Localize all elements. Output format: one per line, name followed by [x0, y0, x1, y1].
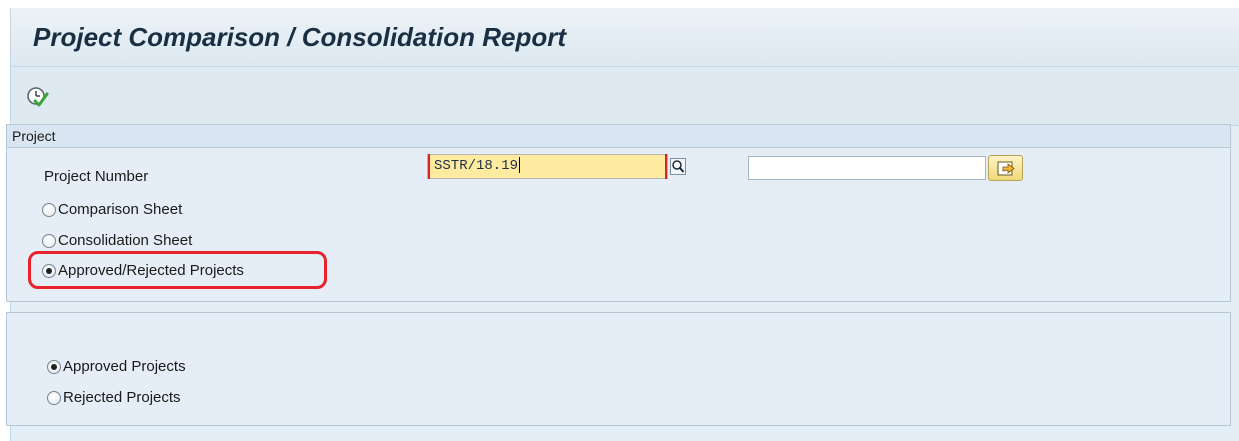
title-bar: Project Comparison / Consolidation Repor…: [11, 8, 1239, 67]
radio-button[interactable]: [42, 203, 56, 217]
multiple-selection-arrow-icon[interactable]: [988, 155, 1023, 181]
group-title: Project: [7, 125, 1230, 148]
radio-button[interactable]: [42, 234, 56, 248]
search-magnifier-icon[interactable]: [670, 158, 686, 175]
radio-button-selected[interactable]: [47, 360, 61, 374]
project-number-to-input[interactable]: [748, 156, 986, 180]
radio-label: Rejected Projects: [63, 389, 181, 406]
radio-label: Comparison Sheet: [58, 201, 183, 218]
status-group: [6, 312, 1231, 426]
project-number-label: Project Number: [44, 168, 149, 185]
radio-button[interactable]: [47, 391, 61, 405]
radio-label: Approved/Rejected Projects: [58, 262, 244, 279]
text-cursor: [519, 157, 521, 174]
page-title: Project Comparison / Consolidation Repor…: [33, 22, 567, 52]
radio-button-selected[interactable]: [42, 264, 56, 278]
project-number-input[interactable]: SSTR/18.19: [427, 154, 668, 179]
radio-label: Consolidation Sheet: [58, 232, 193, 249]
project-number-value: SSTR/18.19: [434, 158, 519, 174]
application-toolbar: [11, 67, 1239, 126]
execute-clock-check-icon[interactable]: [26, 86, 50, 108]
radio-label: Approved Projects: [63, 358, 186, 375]
